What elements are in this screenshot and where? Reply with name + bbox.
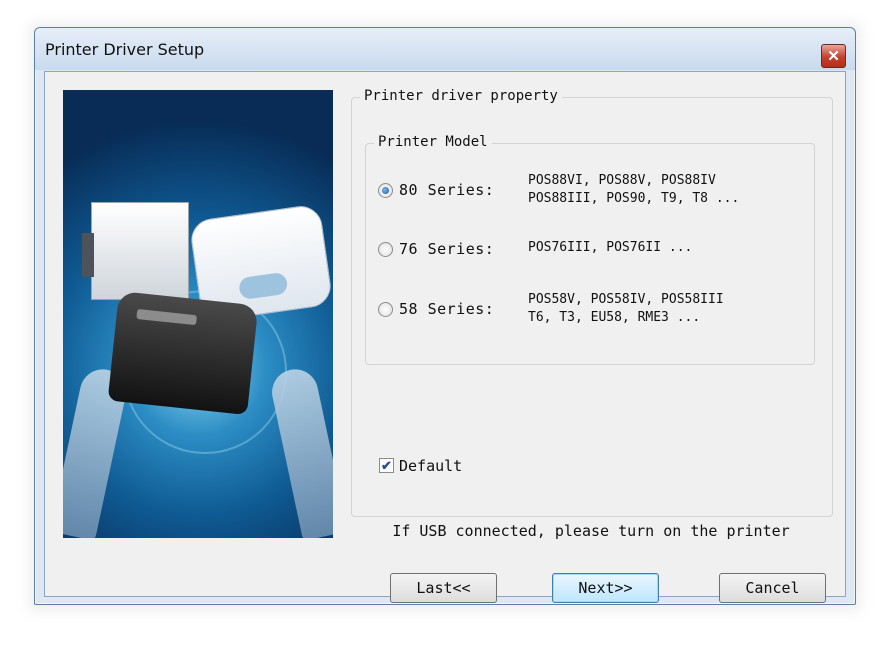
default-checkbox[interactable]: ✔ [379,458,394,473]
window-title: Printer Driver Setup [45,40,205,59]
last-button[interactable]: Last<< [390,573,497,603]
cancel-button[interactable]: Cancel [719,573,826,603]
options-area: ✔ Default If USB connected, please turn … [351,72,831,552]
close-icon: ✕ [827,48,840,65]
right-hand-graphic [267,365,333,538]
title-bar[interactable]: Printer Driver Setup ✕ [35,28,855,70]
black-receipt-printer-graphic [107,290,259,416]
next-button[interactable]: Next>> [552,573,659,603]
checkmark-icon: ✔ [381,458,392,473]
default-checkbox-label: Default [399,457,463,475]
white-panel-printer-graphic [82,202,189,300]
close-button[interactable]: ✕ [821,44,846,68]
printer-banner-image [63,90,333,538]
dialog-client-area: Printer driver property Printer Model 80… [44,71,846,603]
usb-connection-note: If USB connected, please turn on the pri… [392,522,790,540]
setup-window: Printer Driver Setup ✕ Printer driver pr… [34,27,856,605]
